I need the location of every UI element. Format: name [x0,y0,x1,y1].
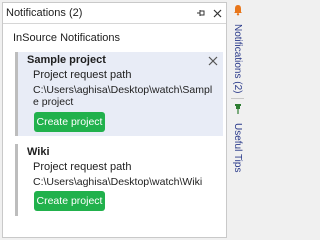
side-tab-notifications[interactable]: Notifications (2) [230,3,245,93]
side-tab-label: Notifications (2) [232,24,243,94]
notification-subtitle: Project request path [33,161,132,173]
side-tab-divider [231,98,244,99]
pin-icon [232,102,244,120]
panel-header: InSource Notifications [13,32,120,44]
notification-card: Wiki Project request path C:\Users\aghis… [15,144,223,216]
notification-title: Wiki [27,146,50,158]
notification-subtitle: Project request path [33,69,132,81]
notification-path: C:\Users\aghisa\Desktop\watch\Sample pro… [33,84,213,108]
notifications-panel: Notifications (2) InSource Notifications… [2,2,227,238]
side-tab-strip: Notifications (2) Useful Tips [229,0,246,240]
create-project-button[interactable]: Create project [34,112,105,132]
panel-title: Notifications (2) [6,7,83,19]
dismiss-notification-icon[interactable] [207,54,219,66]
side-tab-label: Useful Tips [232,123,243,173]
pin-icon[interactable] [194,6,208,20]
bell-icon [232,3,244,21]
notification-title: Sample project [27,54,106,66]
create-project-button[interactable]: Create project [34,191,105,211]
panel-titlebar: Notifications (2) [3,3,226,24]
notification-card: Sample project Project request path C:\U… [15,52,223,136]
close-panel-icon[interactable] [210,6,224,20]
notification-path: C:\Users\aghisa\Desktop\watch\Wiki [33,176,203,188]
side-tab-useful-tips[interactable]: Useful Tips [230,102,245,172]
